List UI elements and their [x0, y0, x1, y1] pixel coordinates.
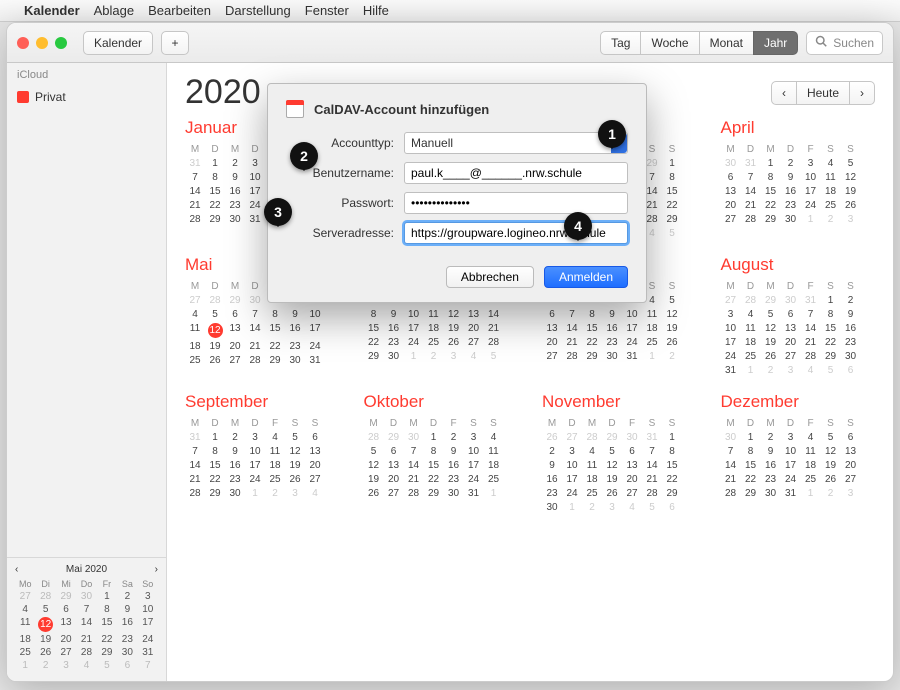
accounttype-value: Manuell: [411, 136, 453, 150]
search-input[interactable]: Suchen: [806, 31, 883, 55]
mini-title: Mai 2020: [66, 564, 107, 575]
password-label: Passwort:: [286, 196, 394, 210]
month[interactable]: DezemberMDMDFSS3012345678910111213141516…: [721, 392, 876, 513]
month[interactable]: NovemberMDMDFSS2627282930311234567891011…: [542, 392, 697, 513]
sidebar: iCloud Privat ‹ Mai 2020 › MoDiMiDoFrSaS…: [7, 63, 167, 681]
callout-4: 4: [564, 212, 592, 240]
view-week[interactable]: Woche: [640, 31, 699, 55]
mini-calendar[interactable]: ‹ Mai 2020 › MoDiMiDoFrSaSo2728293012345…: [7, 557, 166, 681]
menu-item[interactable]: Bearbeiten: [148, 3, 211, 18]
menu-app[interactable]: Kalender: [24, 3, 80, 18]
submit-button[interactable]: Anmelden: [544, 266, 628, 288]
menu-item[interactable]: Darstellung: [225, 3, 291, 18]
month[interactable]: AugustMDMDFSS272829303112345678910111213…: [721, 255, 876, 376]
prev-button[interactable]: ‹: [771, 81, 797, 105]
menu-item[interactable]: Fenster: [305, 3, 349, 18]
cancel-button[interactable]: Abbrechen: [446, 266, 534, 288]
server-address-field[interactable]: [404, 222, 628, 244]
month-name: August: [721, 255, 876, 275]
close-icon[interactable]: [17, 37, 29, 49]
app-window: Kalender + Tag Woche Monat Jahr Suchen i…: [6, 22, 894, 682]
mac-menubar: Kalender Ablage Bearbeiten Darstellung F…: [0, 0, 900, 22]
search-icon: [815, 35, 827, 50]
calendars-button[interactable]: Kalender: [83, 31, 153, 55]
view-switcher: Tag Woche Monat Jahr: [600, 31, 798, 55]
month[interactable]: OktoberMDMDFSS28293012345678910111213141…: [364, 392, 519, 513]
password-field[interactable]: [404, 192, 628, 214]
mini-next-icon[interactable]: ›: [155, 564, 158, 575]
calendar-list-item[interactable]: Privat: [7, 87, 166, 107]
callout-2: 2: [290, 142, 318, 170]
menu-item[interactable]: Ablage: [94, 3, 134, 18]
accounttype-select[interactable]: Manuell ▾: [404, 132, 628, 154]
calendar-color-swatch: [17, 91, 29, 103]
today-button[interactable]: Heute: [796, 81, 850, 105]
calendar-label: Privat: [35, 90, 66, 104]
month-name: Oktober: [364, 392, 519, 412]
add-account-dialog: CalDAV-Account hinzufügen Accounttyp: Ma…: [267, 83, 647, 303]
window-toolbar: Kalender + Tag Woche Monat Jahr Suchen: [7, 23, 893, 63]
month[interactable]: SeptemberMDMDFSS311234567891011121314151…: [185, 392, 340, 513]
view-day[interactable]: Tag: [600, 31, 641, 55]
callout-1: 1: [598, 120, 626, 148]
month-name: November: [542, 392, 697, 412]
view-month[interactable]: Monat: [699, 31, 754, 55]
dialog-title: CalDAV-Account hinzufügen: [314, 102, 489, 117]
month[interactable]: AprilMDMDFSS3031123456789101112131415161…: [721, 118, 876, 239]
month-name: April: [721, 118, 876, 138]
callout-3: 3: [264, 198, 292, 226]
search-placeholder: Suchen: [833, 36, 874, 50]
next-button[interactable]: ›: [849, 81, 875, 105]
view-year[interactable]: Jahr: [753, 31, 798, 55]
username-field[interactable]: [404, 162, 628, 184]
month-name: Dezember: [721, 392, 876, 412]
zoom-icon[interactable]: [55, 37, 67, 49]
mini-prev-icon[interactable]: ‹: [15, 564, 18, 575]
server-label: Serveradresse:: [286, 226, 394, 240]
minimize-icon[interactable]: [36, 37, 48, 49]
month-name: September: [185, 392, 340, 412]
year-title: 2020: [185, 73, 261, 112]
sidebar-group: iCloud: [7, 63, 166, 87]
menu-item[interactable]: Hilfe: [363, 3, 389, 18]
calendar-icon: [286, 100, 304, 118]
add-button[interactable]: +: [161, 31, 189, 55]
